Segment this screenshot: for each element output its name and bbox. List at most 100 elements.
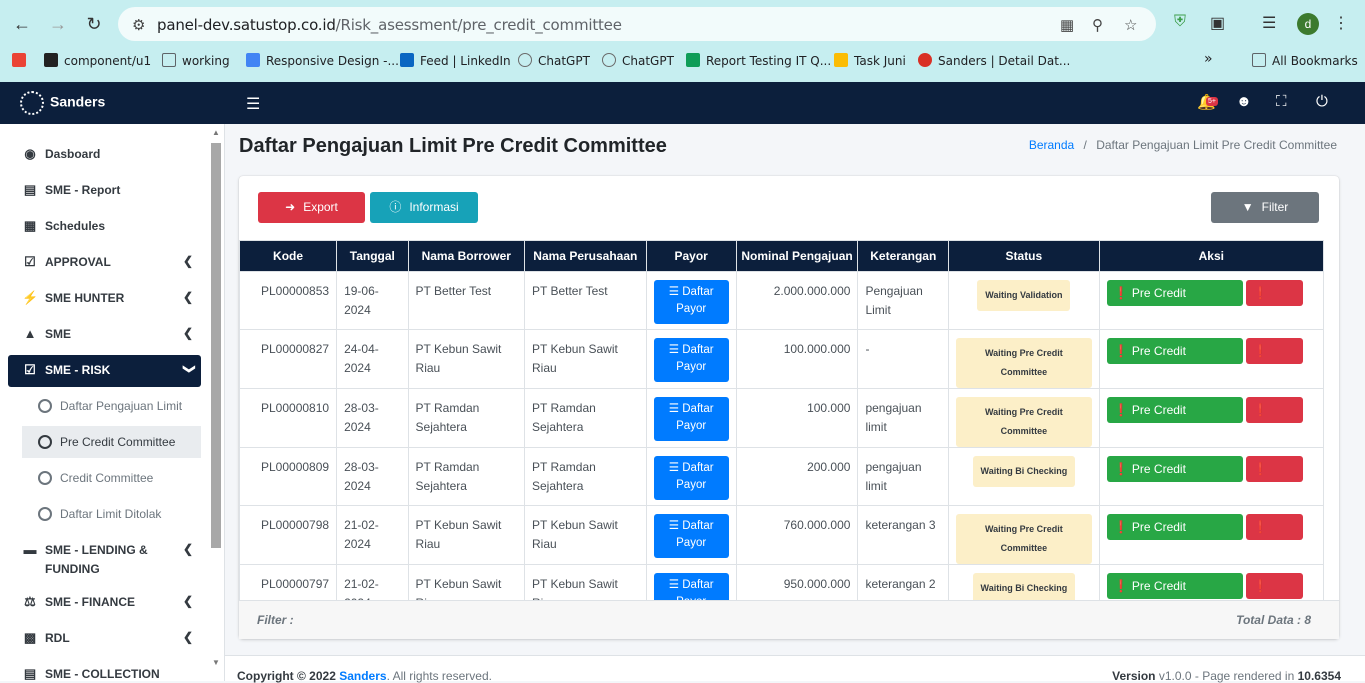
daftar-payor-button[interactable]: ☰ DaftarPayor xyxy=(653,514,729,558)
info-button[interactable]: ⓘ Informasi xyxy=(370,192,478,223)
extensions-icon[interactable]: ▣ xyxy=(1210,13,1225,33)
forward-icon[interactable]: → xyxy=(46,12,70,36)
pre-credit-committee-button[interactable]: ❗ Pre Credit Committee xyxy=(1106,338,1243,384)
bookmark-gmail[interactable] xyxy=(12,53,32,68)
chevron-left-icon: ❮ xyxy=(182,290,193,304)
bookmark-chatgpt-2[interactable]: ChatGPT xyxy=(602,53,674,68)
page-footer: Copyright © 2022 Sanders. All rights res… xyxy=(225,655,1365,683)
bolt-icon: ⚡ xyxy=(22,290,39,305)
sidebar-item-sme-finance[interactable]: ⚖ SME - FINANCE ❮ xyxy=(8,587,201,617)
scroll-down-icon[interactable]: ▼ xyxy=(212,658,220,667)
th-payor: Payor xyxy=(645,240,737,272)
menu-toggle-icon[interactable]: ☰ xyxy=(246,94,260,114)
sidebar-sub-limit-ditolak[interactable]: Daftar Limit Ditolak xyxy=(22,498,201,530)
tolak-button[interactable]: ❗ Tolak xyxy=(1245,338,1303,384)
brand[interactable]: Sanders xyxy=(20,91,105,115)
export-button[interactable]: ➜ Export xyxy=(258,192,365,223)
bookmark-responsive[interactable]: Responsive Design -... xyxy=(246,53,399,68)
sidebar-item-sme[interactable]: ▲ SME ❮ xyxy=(8,319,201,349)
zoom-icon[interactable]: ⚲ xyxy=(1092,16,1103,34)
sidebar-item-schedules[interactable]: ▦ Schedules xyxy=(8,211,201,241)
back-icon[interactable]: ← xyxy=(10,12,34,36)
folder-icon xyxy=(1252,53,1266,67)
sidebar-item-approval[interactable]: ☑ APPROVAL ❮ xyxy=(8,247,201,277)
bookmark-task[interactable]: Task Juni xyxy=(834,53,906,68)
alert-circle-icon: ❗ xyxy=(1252,579,1268,593)
list-icon: ☰ xyxy=(668,344,680,356)
bookmark-linkedin[interactable]: Feed | LinkedIn xyxy=(400,53,511,68)
daftar-payor-button[interactable]: ☰ DaftarPayor xyxy=(653,338,729,382)
url-text[interactable]: panel-dev.satustop.co.id/Risk_asessment/… xyxy=(157,16,622,34)
star-icon[interactable]: ☆ xyxy=(1124,16,1137,34)
sidebar-item-rdl[interactable]: ▩ RDL ❮ xyxy=(8,623,201,653)
cell-status: Waiting Bi Checking xyxy=(948,564,1100,600)
scroll-up-icon[interactable]: ▲ xyxy=(212,128,220,137)
chatgpt-icon xyxy=(602,53,616,67)
daftar-payor-button[interactable]: ☰ DaftarPayor xyxy=(653,280,729,324)
sidebar-sub-credit-committee[interactable]: Credit Committee xyxy=(22,462,201,494)
list-icon: ☰ xyxy=(668,579,680,591)
alert-circle-icon: ❗ xyxy=(1113,462,1129,476)
pre-credit-committee-button[interactable]: ❗ Pre Credit Committee xyxy=(1106,397,1243,443)
cell-borrower: PT Ramdan Sejahtera xyxy=(407,447,526,506)
daftar-payor-button[interactable]: ☰ DaftarPayor xyxy=(653,456,729,500)
bookmarks-overflow-icon[interactable]: » xyxy=(1204,51,1213,67)
pre-credit-committee-button[interactable]: ❗ Pre Credit Committee xyxy=(1106,280,1243,326)
fullscreen-icon[interactable]: ⛶ xyxy=(1276,93,1287,110)
table-container[interactable]: Kode Tanggal Nama Borrower Nama Perusaha… xyxy=(239,240,1324,600)
collection-icon: ▤ xyxy=(23,666,37,681)
cell-status: Waiting Bi Checking xyxy=(948,447,1100,506)
cell-nominal: 950.000.000 xyxy=(735,564,859,600)
daftar-payor-button[interactable]: ☰ DaftarPayor xyxy=(653,573,729,600)
site-settings-icon[interactable]: ⚙ xyxy=(132,16,145,34)
sidebar-sub-daftar-pengajuan[interactable]: Daftar Pengajuan Limit xyxy=(22,390,201,422)
pre-credit-committee-button[interactable]: ❗ Pre Credit Committee xyxy=(1106,573,1243,599)
sidebar-scroll-thumb[interactable] xyxy=(211,143,221,548)
bookmark-sanders[interactable]: Sanders | Detail Dat... xyxy=(918,53,1070,68)
reload-icon[interactable]: ↻ xyxy=(82,12,106,36)
shield-extension-icon[interactable]: ⛨ xyxy=(1174,13,1186,31)
tolak-button[interactable]: ❗ Tolak xyxy=(1245,573,1303,599)
bookmark-chatgpt-1[interactable]: ChatGPT xyxy=(518,53,590,68)
sidebar-item-sme-risk[interactable]: ☑ SME - RISK ❮ xyxy=(8,355,201,387)
circle-icon xyxy=(38,507,52,521)
tolak-button[interactable]: ❗ Tolak xyxy=(1245,280,1303,326)
pre-credit-committee-button[interactable]: ❗ Pre Credit Committee xyxy=(1106,456,1243,502)
menu-dots-icon[interactable]: ⋮ xyxy=(1333,13,1349,33)
cell-perusahaan: PT Ramdan Sejahtera xyxy=(524,447,647,506)
translate-icon[interactable]: ▦ xyxy=(1060,16,1074,34)
bookmark-report[interactable]: Report Testing IT Q... xyxy=(686,53,831,68)
all-bookmarks[interactable]: All Bookmarks xyxy=(1252,53,1358,68)
tolak-button[interactable]: ❗ Tolak xyxy=(1245,514,1303,560)
th-keterangan: Keterangan xyxy=(857,240,950,272)
sidebar-item-sme-lending[interactable]: ▬ SME - LENDING & FUNDING ❮ xyxy=(8,535,201,576)
file-icon: ▤ xyxy=(23,182,37,197)
profile-avatar[interactable]: d xyxy=(1297,13,1319,35)
media-icon[interactable]: ☰ xyxy=(1262,13,1276,33)
sidebar-item-sme-hunter[interactable]: ⚡ SME HUNTER ❮ xyxy=(8,283,201,313)
pre-credit-committee-button[interactable]: ❗ Pre Credit Committee xyxy=(1106,514,1243,560)
breadcrumb: Beranda / Daftar Pengajuan Limit Pre Cre… xyxy=(1029,138,1337,152)
bookmark-component[interactable]: component/u1 xyxy=(44,53,151,68)
breadcrumb-home[interactable]: Beranda xyxy=(1029,138,1074,152)
sidebar-sub-pre-credit[interactable]: Pre Credit Committee xyxy=(22,426,201,458)
sidebar-item-sme-collection[interactable]: ▤ SME - COLLECTION xyxy=(8,659,201,681)
tolak-button[interactable]: ❗ Tolak xyxy=(1245,456,1303,502)
sidebar-item-sme-report[interactable]: ▤ SME - Report xyxy=(8,175,201,205)
filter-button[interactable]: ▼ Filter xyxy=(1211,192,1319,223)
sidebar-item-dashboard[interactable]: ◉ Dasboard xyxy=(8,139,201,169)
cell-nominal: 100.000.000 xyxy=(735,329,859,389)
address-bar[interactable]: ⚙ panel-dev.satustop.co.id/Risk_asessmen… xyxy=(118,7,1156,41)
cell-keterangan: - xyxy=(857,329,950,389)
power-icon[interactable]: ⏻ xyxy=(1316,93,1328,110)
tolak-button[interactable]: ❗ Tolak xyxy=(1245,397,1303,443)
calendar-icon: ▦ xyxy=(23,218,37,233)
th-nominal: Nominal Pengajuan xyxy=(735,240,859,272)
user-icon[interactable]: ☻ xyxy=(1236,93,1252,110)
cell-keterangan: keterangan 3 xyxy=(857,505,950,565)
cell-kode: PL00000798 xyxy=(239,505,338,565)
th-kode: Kode xyxy=(239,240,338,272)
wallet-icon: ▬ xyxy=(23,542,37,557)
bookmark-working[interactable]: working xyxy=(162,53,230,68)
daftar-payor-button[interactable]: ☰ DaftarPayor xyxy=(653,397,729,441)
